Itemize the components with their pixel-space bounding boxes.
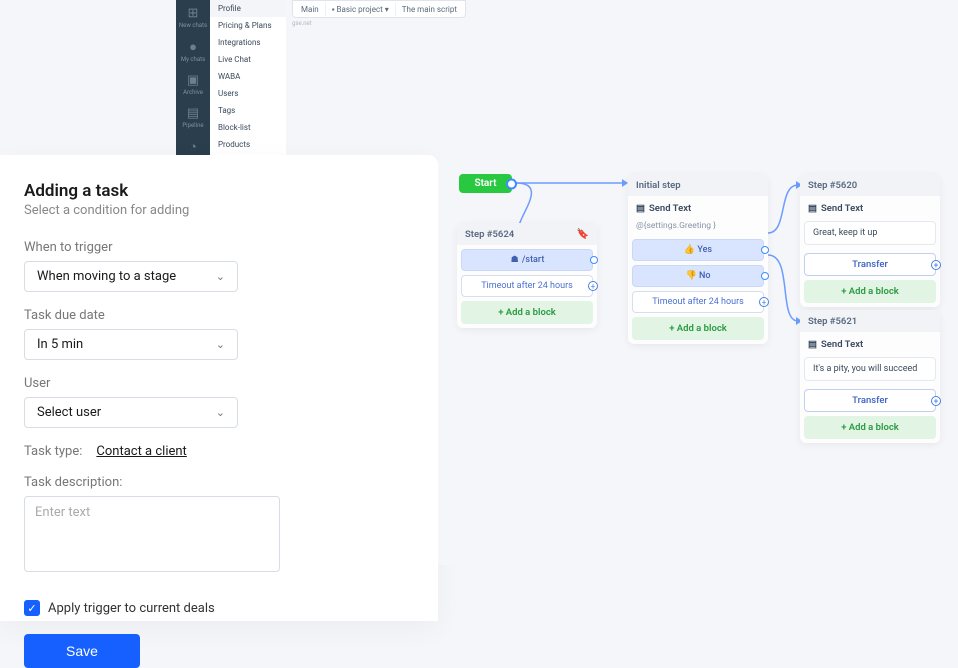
menu-item-block-list[interactable]: Block-list: [210, 119, 286, 136]
output-port[interactable]: [761, 246, 769, 254]
chevron-down-icon: ⌄: [216, 270, 225, 283]
pipeline-icon: ▤: [176, 106, 210, 121]
due-label: Task due date: [24, 308, 414, 323]
message-icon: ▤: [808, 339, 817, 350]
menu-item-waba[interactable]: WABA: [210, 68, 286, 85]
add-port-icon[interactable]: +: [931, 260, 941, 270]
trigger-select[interactable]: When moving to a stage ⌄: [24, 261, 238, 292]
node-initial-step[interactable]: Initial step ▤ Send Text @{settings.Gree…: [628, 174, 768, 344]
message-icon: ▤: [636, 203, 645, 214]
task-type-label: Task type:: [24, 444, 82, 459]
node-title: Step #5621: [808, 316, 857, 327]
check-icon: ✓: [27, 602, 36, 615]
trigger-label: When to trigger: [24, 240, 414, 255]
app-icon-sidebar: ⊞ New chats ● My chats ▣ Archive ▤ Pipel…: [176, 0, 210, 155]
add-block-button[interactable]: + Add a block: [461, 301, 593, 324]
node-step-5624[interactable]: Step #5624 🔖 ☗ /start Timeout after 24 h…: [457, 223, 597, 328]
message-content: It's a pity, you will succeed: [804, 357, 936, 381]
menu-item-tags[interactable]: Tags: [210, 102, 286, 119]
panel-subtitle: Select a condition for adding: [24, 203, 414, 218]
panel-title: Adding a task: [24, 181, 414, 201]
bookmark-icon[interactable]: 🔖: [577, 229, 589, 240]
menu-item-products[interactable]: Products: [210, 136, 286, 153]
node-title: Step #5620: [808, 180, 857, 191]
chevron-down-icon: ▾: [385, 5, 389, 14]
user-label: User: [24, 376, 414, 391]
add-block-button[interactable]: + Add a block: [632, 317, 764, 340]
archive-icon: ▣: [176, 73, 210, 88]
settings-menu: Profile Pricing & Plans Integrations Liv…: [210, 0, 286, 155]
flow-canvas[interactable]: Start Step #5624 🔖 ☗ /start Timeout afte…: [438, 155, 958, 565]
domain-label: gse.net: [292, 20, 312, 27]
output-port[interactable]: [761, 272, 769, 280]
sidebar-item-new-chats[interactable]: ⊞ New chats: [176, 2, 210, 35]
send-text-header: ▤ Send Text: [804, 336, 936, 353]
apply-trigger-checkbox[interactable]: ✓: [24, 600, 40, 616]
thumbs-up-icon: 👍: [684, 245, 695, 255]
send-text-header: ▤ Send Text: [632, 200, 764, 217]
task-type-link[interactable]: Contact a client: [96, 444, 186, 459]
user-select[interactable]: Select user ⌄: [24, 397, 238, 428]
add-port-icon[interactable]: +: [588, 281, 598, 291]
node-title: Initial step: [636, 180, 681, 191]
message-icon: ▤: [808, 203, 817, 214]
command-block[interactable]: ☗ /start: [461, 249, 593, 271]
breadcrumb-main[interactable]: Main: [295, 3, 326, 16]
transfer-block[interactable]: Transfer +: [804, 389, 936, 412]
yes-block[interactable]: 👍 Yes: [632, 239, 764, 261]
thumbs-down-icon: 👎: [686, 271, 697, 281]
breadcrumb-project[interactable]: ▪ Basic project ▾: [326, 3, 396, 16]
description-input[interactable]: [24, 496, 280, 572]
menu-item-pricing[interactable]: Pricing & Plans: [210, 17, 286, 34]
plus-square-icon: ⊞: [176, 6, 210, 21]
slash-icon: ☗: [510, 255, 520, 265]
no-block[interactable]: 👎 No: [632, 265, 764, 287]
add-block-button[interactable]: + Add a block: [804, 280, 936, 303]
add-port-icon[interactable]: +: [759, 297, 769, 307]
chevron-down-icon: ⌄: [216, 338, 225, 351]
apply-trigger-label: Apply trigger to current deals: [48, 601, 215, 616]
menu-item-profile[interactable]: Profile: [210, 0, 286, 17]
breadcrumb-script[interactable]: The main script: [396, 3, 463, 16]
send-text-header: ▤ Send Text: [804, 200, 936, 217]
menu-item-live-chat[interactable]: Live Chat: [210, 51, 286, 68]
menu-item-users[interactable]: Users: [210, 85, 286, 102]
add-block-button[interactable]: + Add a block: [804, 416, 936, 439]
node-step-5620[interactable]: Step #5620 ▤ Send Text Great, keep it up…: [800, 174, 940, 307]
tasks-icon: ◔: [176, 139, 210, 155]
menu-item-integrations[interactable]: Integrations: [210, 34, 286, 51]
sidebar-item-my-chats[interactable]: ● My chats: [176, 35, 210, 69]
chevron-down-icon: ⌄: [216, 406, 225, 419]
due-select[interactable]: In 5 min ⌄: [24, 329, 238, 360]
transfer-block[interactable]: Transfer +: [804, 253, 936, 276]
add-port-icon[interactable]: +: [931, 396, 941, 406]
output-port[interactable]: [590, 256, 598, 264]
timeout-block[interactable]: Timeout after 24 hours +: [461, 275, 593, 297]
chat-icon: ●: [176, 39, 210, 55]
add-task-panel: Adding a task Select a condition for add…: [0, 155, 438, 621]
breadcrumb: Main ▪ Basic project ▾ The main script: [292, 0, 466, 18]
node-step-5621[interactable]: Step #5621 ▤ Send Text It's a pity, you …: [800, 310, 940, 443]
folder-icon: ▪: [332, 5, 335, 14]
greeting-expression: @{settings.Greeting }: [632, 221, 764, 235]
save-button[interactable]: Save: [24, 634, 140, 668]
message-content: Great, keep it up: [804, 221, 936, 245]
sidebar-item-pipeline[interactable]: ▤ Pipeline: [176, 102, 210, 135]
node-title: Step #5624: [465, 229, 514, 240]
sidebar-item-archive[interactable]: ▣ Archive: [176, 69, 210, 102]
start-node[interactable]: Start: [459, 174, 512, 193]
description-label: Task description:: [24, 475, 414, 490]
timeout-block[interactable]: Timeout after 24 hours +: [632, 291, 764, 313]
